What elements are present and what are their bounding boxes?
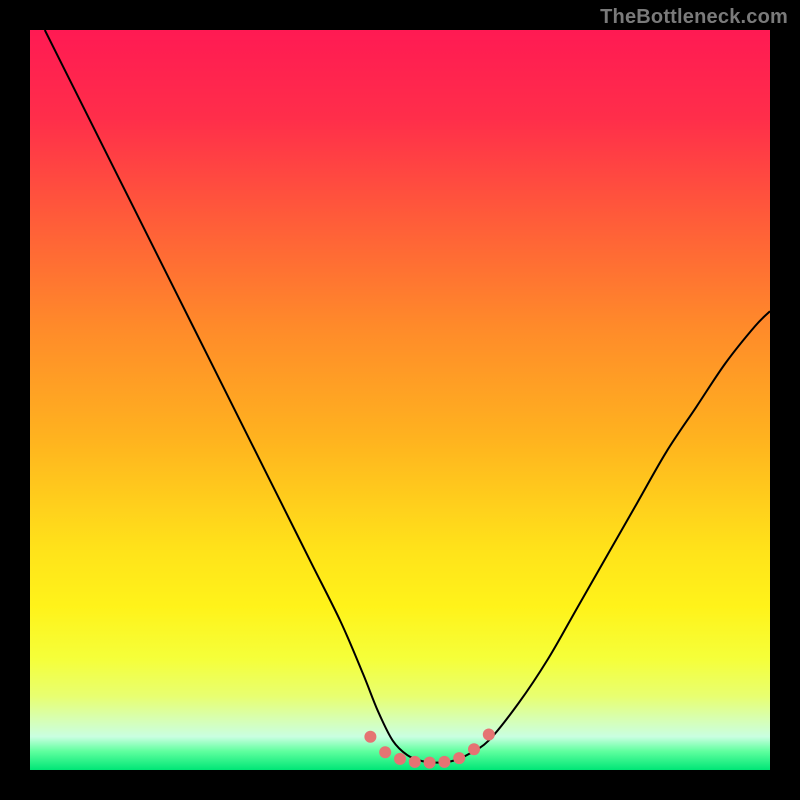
curve-layer bbox=[30, 30, 770, 770]
watermark-label: TheBottleneck.com bbox=[600, 6, 788, 29]
minimum-marker bbox=[409, 756, 421, 768]
minimum-marker bbox=[364, 731, 376, 743]
minimum-marker bbox=[424, 757, 436, 769]
minimum-marker bbox=[483, 728, 495, 740]
chart-frame: TheBottleneck.com bbox=[0, 0, 800, 800]
plot-area bbox=[30, 30, 770, 770]
minimum-marker bbox=[379, 746, 391, 758]
minimum-marker bbox=[438, 756, 450, 768]
bottleneck-curve bbox=[45, 30, 770, 763]
minimum-marker bbox=[468, 743, 480, 755]
minimum-marker-group bbox=[364, 728, 494, 768]
minimum-marker bbox=[453, 752, 465, 764]
minimum-marker bbox=[394, 753, 406, 765]
